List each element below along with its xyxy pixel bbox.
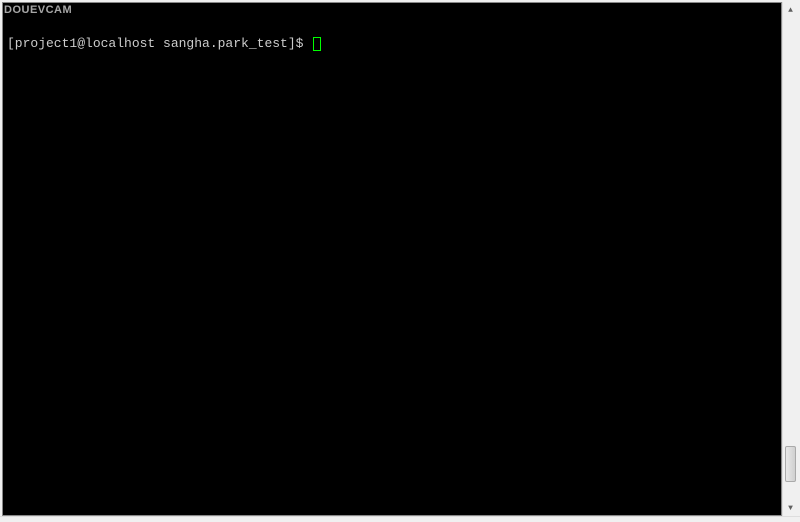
bottom-border <box>0 516 800 522</box>
scrollbar-track[interactable] <box>783 18 798 500</box>
cursor-icon <box>313 37 321 51</box>
prompt-line: [project1@localhost sangha.park_test]$ <box>7 36 777 52</box>
shell-prompt: [project1@localhost sangha.park_test]$ <box>7 36 311 52</box>
terminal-output: [project1@localhost sangha.park_test]$ <box>3 3 781 85</box>
terminal-window[interactable]: [project1@localhost sangha.park_test]$ <box>2 2 782 516</box>
scrollbar-thumb[interactable] <box>785 446 796 482</box>
vertical-scrollbar[interactable]: ▲ ▼ <box>782 2 798 516</box>
scroll-up-button[interactable]: ▲ <box>783 2 798 18</box>
scroll-down-button[interactable]: ▼ <box>783 500 798 516</box>
